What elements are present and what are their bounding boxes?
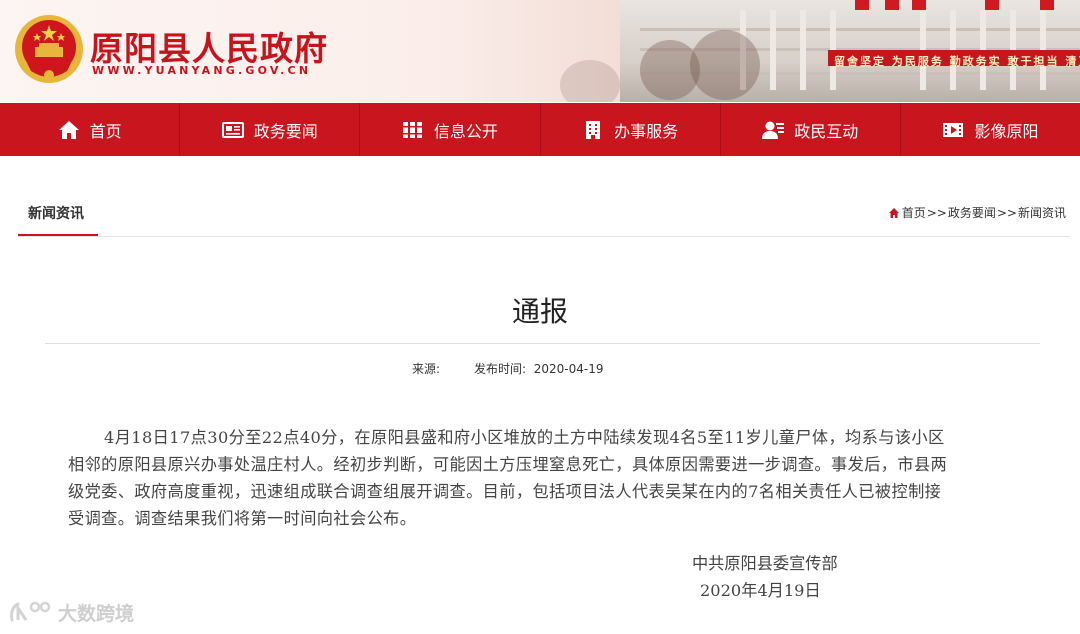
nav-item-label: 首页 <box>89 121 122 141</box>
site-title[interactable]: 原阳县人民政府 <box>90 22 328 70</box>
books-icon <box>402 121 422 138</box>
publish-date: 2020-04-19 <box>533 362 604 376</box>
newspaper-icon <box>221 121 244 138</box>
breadcrumb-current-link[interactable]: 新闻资讯 <box>1018 204 1066 221</box>
nav-item-label: 政务要闻 <box>253 121 318 141</box>
title-divider <box>45 343 1040 344</box>
home-icon <box>58 120 79 139</box>
article-meta: 来源: 发布时间: 2020-04-19 <box>412 360 603 377</box>
national-emblem-logo[interactable] <box>13 13 85 85</box>
nav-item-label: 影像原阳 <box>974 121 1039 141</box>
section-tab[interactable]: 新闻资讯 <box>18 188 98 236</box>
article-body: 4月18日17点30分至22点40分，在原阳县盛和府小区堆放的土方中陆续发现4名… <box>68 424 948 532</box>
breadcrumb-news-link[interactable]: 政务要闻 <box>948 204 996 221</box>
nav-item-info-disclosure[interactable]: 信息公开 <box>360 103 541 156</box>
building-icon <box>586 120 601 139</box>
watermark-logo-icon <box>10 601 51 622</box>
site-header: 留舍坚定 为民服务 勤政务实 敢于担当 清正廉洁 原阳县人民政府 WWW.YUA… <box>0 0 1080 102</box>
home-icon <box>888 207 899 218</box>
nav-item-news[interactable]: 政务要闻 <box>180 103 361 156</box>
nav-item-interaction[interactable]: 政民互动 <box>721 103 901 156</box>
slogan-text: 留舍坚定 为民服务 勤政务实 敢于担当 清正廉洁 <box>834 55 1080 68</box>
section-header: 新闻资讯 首页 >> 政务要闻 >> 新闻资讯 <box>18 188 1070 237</box>
breadcrumb-separator: >> <box>996 205 1017 220</box>
breadcrumb-separator: >> <box>926 205 947 220</box>
article-signature: 中共原阳县委宣传部 2020年4月19日 <box>692 550 838 604</box>
date-label: 发布时间: <box>474 362 527 376</box>
article-title: 通报 <box>511 295 568 328</box>
nav-item-label: 办事服务 <box>614 121 679 141</box>
nav-item-home[interactable]: 首页 <box>0 103 181 156</box>
nav-item-yuanyang-images[interactable]: 影像原阳 <box>901 103 1080 156</box>
watermark: 大数跨境 <box>8 598 134 626</box>
breadcrumb-home-link[interactable]: 首页 <box>902 204 926 221</box>
article-paragraph: 4月18日17点30分至22点40分，在原阳县盛和府小区堆放的土方中陆续发现4名… <box>68 428 948 528</box>
main-nav: 首页 政务要闻 信息公开 办事服务 政民互动 影像原阳 <box>0 103 1080 156</box>
section-title: 新闻资讯 <box>28 206 84 222</box>
site-url: WWW.YUANYANG.GOV.CN <box>92 64 312 77</box>
nav-item-services[interactable]: 办事服务 <box>541 103 721 156</box>
source-label: 来源: <box>412 362 441 376</box>
signature-org: 中共原阳县委宣传部 <box>692 554 838 573</box>
watermark-text: 大数跨境 <box>58 602 135 625</box>
film-icon <box>943 122 964 137</box>
user-chat-icon <box>762 121 785 139</box>
breadcrumb: 首页 >> 政务要闻 >> 新闻资讯 <box>888 204 1066 221</box>
nav-item-label: 政民互动 <box>794 121 859 141</box>
slogan-banner: 留舍坚定 为民服务 勤政务实 敢于担当 清正廉洁 <box>828 50 1080 68</box>
nav-item-label: 信息公开 <box>433 121 498 141</box>
signature-date: 2020年4月19日 <box>700 581 821 600</box>
